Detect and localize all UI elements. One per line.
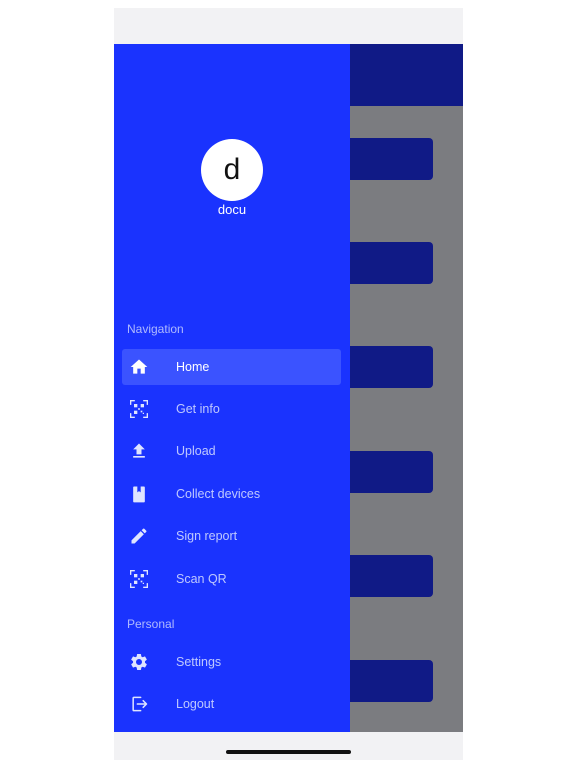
nav-item-home[interactable]: Home [122,349,341,385]
nav-item-label: Sign report [176,529,238,543]
nav-item-label: Collect devices [176,487,261,501]
nav-item-label: Logout [176,697,215,711]
avatar[interactable]: d [201,139,263,201]
nav-item-sign-report[interactable]: Sign report [122,518,341,554]
background-card [340,242,433,284]
background-card [340,346,433,388]
nav-item-get-info[interactable]: Get info [122,391,341,427]
username: docu [217,202,247,217]
qr-code-icon [129,569,149,589]
background-card [340,660,433,702]
background-card [340,555,433,597]
gear-icon [129,652,149,672]
nav-item-upload[interactable]: Upload [122,433,341,469]
nav-item-label: Upload [176,444,216,458]
nav-item-label: Home [176,360,210,374]
nav-item-logout[interactable]: Logout [122,686,341,722]
avatar-letter: d [223,153,241,186]
nav-item-collect-devices[interactable]: Collect devices [122,476,341,512]
page: d docu Navigation Home Get info Upload C… [0,0,576,768]
section-label-navigation: Navigation [127,322,184,336]
home-indicator[interactable] [226,750,351,754]
background-card [340,138,433,180]
background-card [340,451,433,493]
nav-item-label: Get info [176,402,220,416]
qr-code-icon [129,399,149,419]
logout-icon [129,694,149,714]
nav-item-settings[interactable]: Settings [122,644,341,680]
upload-icon [129,441,149,461]
bookmark-icon [129,484,149,504]
pencil-icon [129,526,149,546]
nav-item-label: Settings [176,655,222,669]
home-icon [129,357,149,377]
app-screen: d docu Navigation Home Get info Upload C… [114,44,463,732]
nav-item-label: Scan QR [176,572,227,586]
nav-item-scan-qr[interactable]: Scan QR [122,561,341,597]
section-label-personal: Personal [127,617,175,631]
navigation-drawer: d docu Navigation Home Get info Upload C… [114,44,350,732]
